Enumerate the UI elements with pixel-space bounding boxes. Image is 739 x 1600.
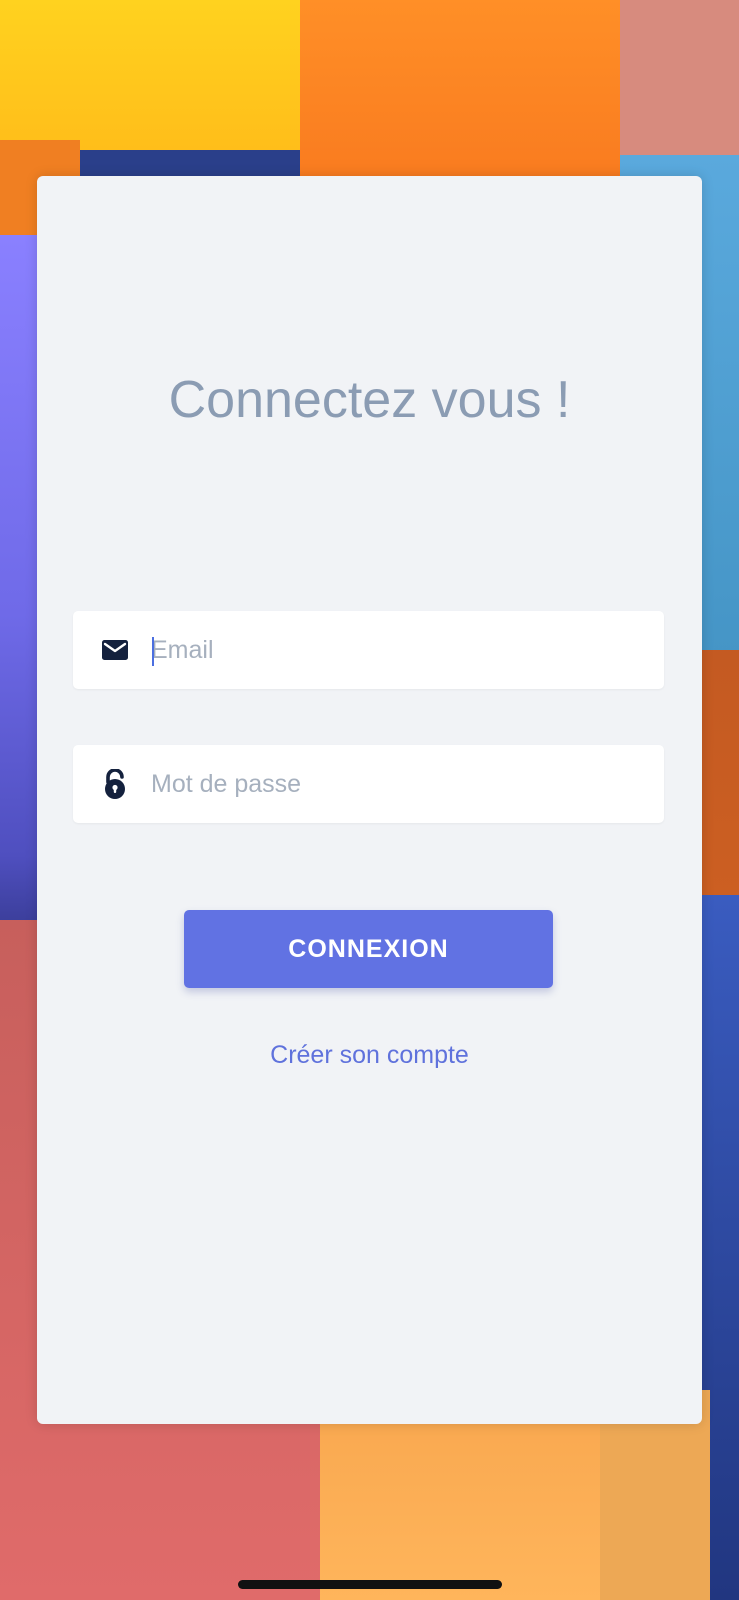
bg-block-salmon: [620, 0, 739, 155]
bg-block-yellow: [0, 0, 330, 150]
connexion-button[interactable]: CONNEXION: [184, 910, 553, 988]
bg-block-orange: [300, 0, 630, 190]
email-field[interactable]: [73, 611, 664, 689]
create-account-link[interactable]: Créer son compte: [0, 1041, 739, 1070]
password-input[interactable]: [151, 745, 641, 823]
home-indicator[interactable]: [238, 1580, 502, 1589]
page-title: Connectez vous !: [168, 371, 571, 429]
email-input[interactable]: [151, 611, 641, 689]
lock-open-icon: [101, 769, 129, 799]
password-field[interactable]: [73, 745, 664, 823]
text-cursor: [152, 637, 154, 666]
mail-icon: [101, 635, 129, 665]
